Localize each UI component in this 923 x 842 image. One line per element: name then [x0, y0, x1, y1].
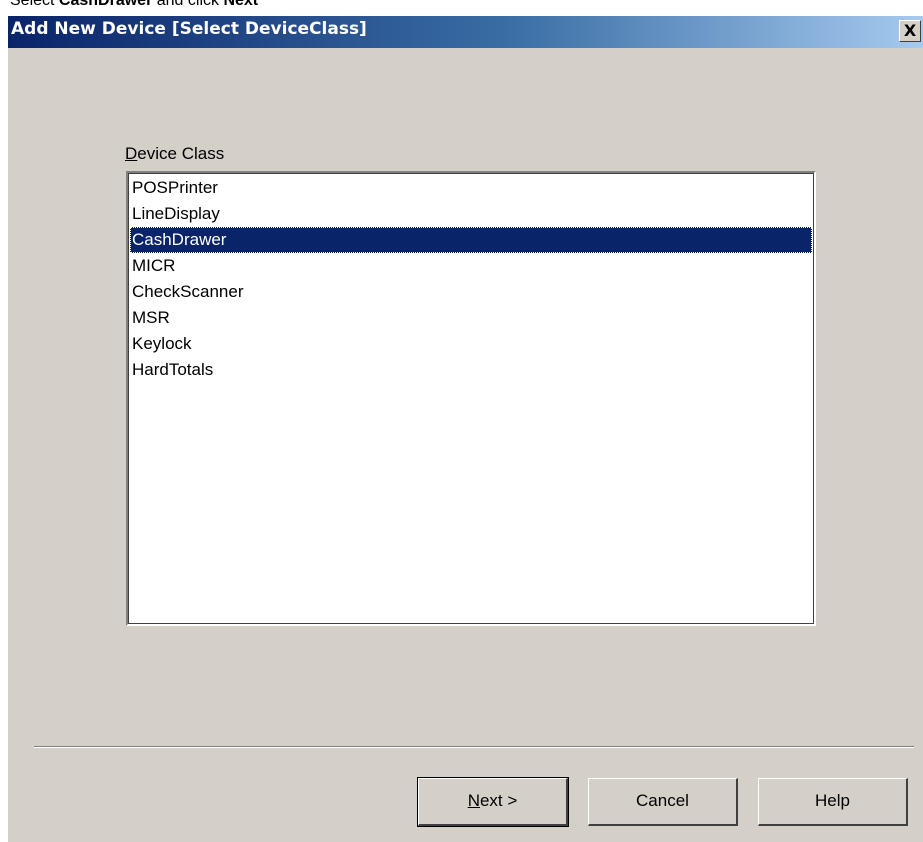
- instruction-middle: and click: [152, 0, 223, 8]
- next-button-label: Next >: [468, 791, 518, 810]
- help-button[interactable]: Help: [758, 778, 908, 826]
- instruction-text: Select CashDrawer and click Next: [10, 0, 258, 8]
- instruction-device: CashDrawer: [59, 0, 152, 8]
- device-class-label-rest: evice Class: [137, 144, 225, 163]
- close-button[interactable]: X: [899, 20, 921, 42]
- list-item-checkscanner[interactable]: CheckScanner: [130, 279, 812, 305]
- device-class-list: POSPrinter LineDisplay CashDrawer MICR Check…: [130, 175, 812, 383]
- list-item-posprinter[interactable]: POSPrinter: [130, 175, 812, 201]
- instruction-prefix: Select: [10, 0, 59, 8]
- separator-line: [34, 746, 914, 748]
- device-class-label-mnemonic: D: [125, 144, 138, 163]
- cancel-button[interactable]: Cancel: [588, 778, 738, 826]
- list-item-micr[interactable]: MICR: [130, 253, 812, 279]
- next-button[interactable]: Next >: [417, 777, 569, 827]
- instruction-action: Next: [223, 0, 258, 8]
- device-class-listbox[interactable]: POSPrinter LineDisplay CashDrawer MICR Check…: [126, 171, 816, 626]
- next-mnemonic: N: [467, 791, 480, 810]
- list-item-keylock[interactable]: Keylock: [130, 331, 812, 357]
- help-button-label: Help: [815, 791, 850, 810]
- device-class-label: Device Class: [125, 144, 224, 164]
- next-label-rest: ext >: [479, 791, 518, 810]
- close-icon: X: [903, 21, 917, 40]
- list-item-msr[interactable]: MSR: [130, 305, 812, 331]
- list-item-cashdrawer[interactable]: CashDrawer: [130, 227, 812, 253]
- list-item-hardtotals[interactable]: HardTotals: [130, 357, 812, 383]
- title-bar[interactable]: Add New Device [Select DeviceClass] X: [8, 16, 923, 48]
- cancel-button-label: Cancel: [636, 791, 689, 810]
- list-item-linedisplay[interactable]: LineDisplay: [130, 201, 812, 227]
- dialog-title: Add New Device [Select DeviceClass]: [11, 19, 367, 39]
- add-new-device-dialog: Add New Device [Select DeviceClass] X De…: [8, 16, 923, 842]
